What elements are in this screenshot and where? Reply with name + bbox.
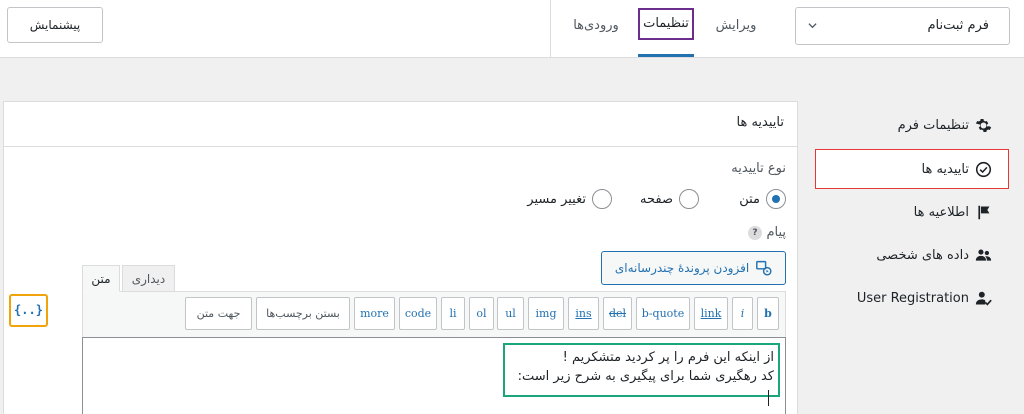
radio-page[interactable]: صفحه xyxy=(640,188,699,210)
radio-label: صفحه xyxy=(640,191,673,207)
tab-edit[interactable]: ویرایش xyxy=(708,0,764,57)
smart-tags-button[interactable]: {..} xyxy=(9,294,48,327)
radio-button[interactable] xyxy=(592,189,612,209)
qt-text-direction-button[interactable]: جهت متن xyxy=(185,297,252,330)
sidebar-item-personal-data[interactable]: داده های شخصی xyxy=(876,245,992,265)
radio-button[interactable] xyxy=(679,189,699,209)
check-circle-icon xyxy=(975,161,992,177)
message-line: کد رهگیری شما برای پیگیری به شرح زیر است… xyxy=(517,369,774,384)
gear-icon xyxy=(975,118,992,132)
text-caret xyxy=(768,390,769,406)
radio-label: تغییر مسیر xyxy=(527,191,586,207)
active-tab-underline xyxy=(638,54,694,57)
radio-redirect[interactable]: تغییر مسیر xyxy=(527,188,612,210)
qt-del-button[interactable]: del xyxy=(603,297,632,330)
users-icon xyxy=(975,249,992,261)
qt-img-button[interactable]: img xyxy=(528,297,564,330)
editor-tab-visual[interactable]: دیداری xyxy=(122,265,175,292)
qt-bold-button[interactable]: b xyxy=(757,297,779,330)
qt-ul-button[interactable]: ul xyxy=(497,297,524,330)
flag-icon xyxy=(978,205,990,219)
sidebar-item-form-settings[interactable]: تنظیمات فرم xyxy=(898,115,992,135)
qt-ol-button[interactable]: ol xyxy=(469,297,494,330)
message-label: پیام xyxy=(766,225,786,240)
sidebar-item-label: تاییدیه ها xyxy=(921,161,969,177)
editor-tab-text[interactable]: متن xyxy=(82,265,120,292)
message-line: از اینکه این فرم را پر کردید متشکریم ! xyxy=(562,350,774,365)
form-select-value: فرم ثبت‌نام xyxy=(927,18,989,33)
confirmation-type-label: نوع تاییدیه xyxy=(731,161,786,176)
chevron-down-icon xyxy=(808,23,817,29)
sidebar-item-notifications[interactable]: اطلاعیه ها xyxy=(914,202,992,222)
sidebar-item-label: داده های شخصی xyxy=(876,247,969,263)
add-media-label: افزودن پروندهٔ چندرسانه‌ای xyxy=(614,261,750,275)
qt-ins-button[interactable]: ins xyxy=(568,297,599,330)
help-icon[interactable]: ? xyxy=(748,226,762,240)
sidebar-item-label: تنظیمات فرم xyxy=(897,117,969,133)
sidebar-item-user-registration[interactable]: User Registration xyxy=(857,288,992,308)
qt-italic-button[interactable]: i xyxy=(732,297,753,330)
tab-entries[interactable]: ورودی‌ها xyxy=(566,0,626,57)
tab-settings[interactable]: تنظیمات xyxy=(638,0,694,57)
sidebar-item-label: User Registration xyxy=(856,290,969,306)
qt-code-button[interactable]: code xyxy=(399,297,437,330)
qt-blockquote-button[interactable]: b-quote xyxy=(636,297,690,330)
panel-title: تاییدیه ها xyxy=(736,115,784,130)
user-check-icon xyxy=(975,291,992,306)
qt-more-button[interactable]: more xyxy=(354,297,395,330)
qt-close-tags-button[interactable]: بستن برچسب‌ها xyxy=(256,297,350,330)
add-media-button[interactable]: افزودن پروندهٔ چندرسانه‌ای xyxy=(601,251,786,285)
tabs-divider xyxy=(550,0,551,57)
radio-message[interactable]: متن xyxy=(739,188,786,210)
radio-label: متن xyxy=(739,191,760,207)
radio-button[interactable] xyxy=(766,189,786,209)
preview-button[interactable]: پیشنمایش xyxy=(7,7,103,43)
tab-settings-label: تنظیمات xyxy=(643,16,689,31)
form-select-dropdown[interactable]: فرم ثبت‌نام xyxy=(795,7,1010,45)
media-icon xyxy=(756,260,772,276)
panel-header xyxy=(3,101,798,147)
qt-link-button[interactable]: link xyxy=(694,297,728,330)
qt-li-button[interactable]: li xyxy=(441,297,465,330)
sidebar-item-label: اطلاعیه ها xyxy=(913,204,969,220)
sidebar-item-confirmations[interactable]: تاییدیه ها xyxy=(922,159,992,179)
